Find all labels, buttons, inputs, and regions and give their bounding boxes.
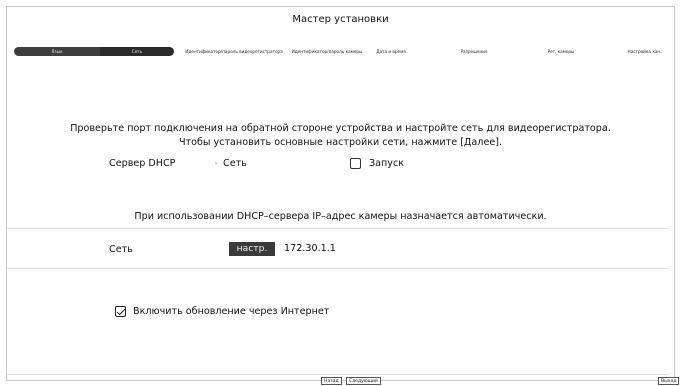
setup-wizard-window [6,6,675,381]
instruction-text-1: Проверьте порт подключения на обратной с… [70,123,611,134]
next-button[interactable]: Следующий [346,377,382,385]
exit-button[interactable]: Выход [658,377,680,385]
divider [7,228,669,229]
step-language[interactable]: Язык [14,47,100,56]
divider [7,268,669,269]
dhcp-note: При использовании DHCP–сервера IP–адрес … [134,211,547,222]
internet-update-checkbox[interactable] [115,306,126,317]
network-label: Сеть [109,244,133,255]
step-date-time[interactable]: Дата и время [366,47,416,56]
network-setup-button[interactable]: настр. [229,242,275,256]
internet-update-label: Включить обновление через Интернет [133,306,330,317]
step-network[interactable]: Сеть [100,47,174,56]
dhcp-network-value[interactable]: Сеть [223,158,247,169]
instruction-text-2: Чтобы установить основные настройки сети… [178,137,503,148]
step-nvr-id-password[interactable]: Идентификатор/пароль видеорегистратора [178,47,290,56]
caret-right-icon: › [215,161,217,167]
dhcp-server-label: Сервер DHCP [109,158,176,169]
step-camera-id-password[interactable]: Идентификатор/пароль камеры [290,47,364,56]
step-channel-setup[interactable]: Настройка кан. [620,47,669,56]
step-resolution[interactable]: Разрешение [454,47,494,56]
dhcp-start-label: Запуск [369,158,405,169]
step-camera-registration[interactable]: Рег. камеры [536,47,586,56]
wizard-steps: Язык Сеть Идентификатор/пароль видеореги… [14,47,669,56]
dhcp-start-checkbox[interactable] [350,158,361,169]
footer-divider [7,374,669,375]
back-button[interactable]: Назад [321,377,342,385]
window-title: Мастер установки [292,14,389,25]
ip-address-value: 172.30.1.1 [284,243,336,254]
